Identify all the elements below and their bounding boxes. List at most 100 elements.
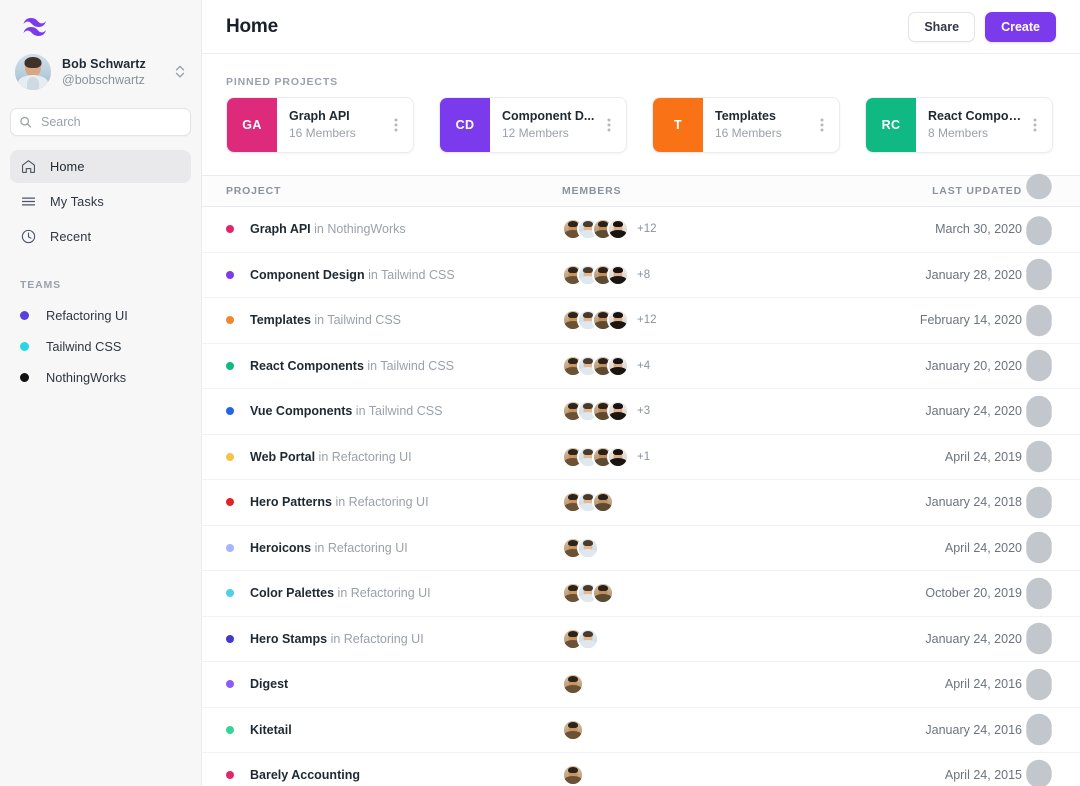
avatar-stack	[562, 400, 629, 422]
pinned-projects-label: Pinned Projects	[202, 54, 1080, 97]
table-row[interactable]: Heroicons in Refactoring UI April 24, 202…	[202, 526, 1080, 572]
member-avatar	[607, 400, 629, 422]
app-root: Bob Schwartz @bobschwartz Home	[0, 0, 1080, 786]
team-label: Tailwind CSS	[46, 339, 121, 354]
last-updated-cell: January 20, 2020	[832, 359, 1022, 373]
table-row[interactable]: React Components in Tailwind CSS +4 Januar…	[202, 344, 1080, 390]
table-row[interactable]: Barely AccountingApril 24, 2015	[202, 753, 1080, 786]
member-avatar	[577, 628, 599, 650]
avatar-stack	[562, 218, 629, 240]
members-cell: +12	[562, 309, 832, 331]
share-button[interactable]: Share	[908, 12, 975, 42]
list-icon	[20, 193, 37, 210]
page-title: Home	[226, 16, 278, 38]
table-row[interactable]: Hero Patterns in Refactoring UIJanuary 2…	[202, 480, 1080, 526]
avatar-stack	[562, 309, 629, 331]
project-color-dot	[226, 680, 234, 688]
sidebar: Bob Schwartz @bobschwartz Home	[0, 0, 202, 786]
sidebar-team-refactoring-ui[interactable]: Refactoring UI	[10, 300, 191, 331]
team-label: Refactoring UI	[46, 308, 128, 323]
members-cell	[562, 537, 832, 559]
row-menu-button[interactable]	[1022, 707, 1056, 786]
project-name: Hero Stamps	[250, 632, 327, 646]
project-cell: Digest	[226, 677, 562, 691]
avatar-stack	[562, 491, 614, 513]
project-color-dot	[226, 589, 234, 597]
card-menu-button[interactable]	[811, 112, 833, 138]
vertical-dots-icon	[1033, 117, 1037, 133]
members-cell	[562, 764, 832, 786]
table-row[interactable]: Graph API in NothingWorks+12March 30, 20…	[202, 207, 1080, 253]
main-content: Home Share Create Pinned Projects GA Gra…	[202, 0, 1080, 786]
project-initials: RC	[866, 98, 916, 152]
sidebar-item-recent[interactable]: Recent	[10, 220, 191, 253]
last-updated-cell: January 24, 2020	[832, 404, 1022, 418]
project-name: Component D...	[502, 108, 598, 125]
project-cell: Kitetail	[226, 723, 562, 737]
avatar-stack	[562, 673, 584, 695]
team-label: NothingWorks	[46, 370, 126, 385]
create-button[interactable]: Create	[985, 12, 1056, 42]
logo-container[interactable]	[10, 0, 191, 50]
sidebar-item-my-tasks[interactable]: My Tasks	[10, 185, 191, 218]
project-team: in Tailwind CSS	[352, 404, 442, 418]
table-row[interactable]: DigestApril 24, 2016	[202, 662, 1080, 708]
last-updated-cell: January 24, 2018	[832, 495, 1022, 509]
member-overflow-count: +12	[637, 223, 657, 235]
sidebar-team-nothingworks[interactable]: NothingWorks	[10, 362, 191, 393]
avatar-stack	[562, 719, 584, 741]
pinned-card-react-components[interactable]: RC React Compon... 8 Members	[865, 97, 1053, 153]
project-color-dot	[226, 771, 234, 779]
member-avatar	[562, 719, 584, 741]
card-menu-button[interactable]	[598, 112, 620, 138]
member-avatar	[592, 582, 614, 604]
table-row[interactable]: Templates in Tailwind CSS+12February 14,…	[202, 298, 1080, 344]
table-row[interactable]: KitetailJanuary 24, 2016	[202, 708, 1080, 754]
user-meta: Bob Schwartz @bobschwartz	[62, 57, 173, 88]
sidebar-team-tailwind-css[interactable]: Tailwind CSS	[10, 331, 191, 362]
project-color-dot	[226, 726, 234, 734]
table-header-row: Project Members Last Updated	[202, 176, 1080, 207]
members-cell: +3	[562, 400, 832, 422]
pinned-card-component-design[interactable]: CD Component D... 12 Members	[439, 97, 627, 153]
teams-section-label: Teams	[10, 279, 191, 291]
card-menu-button[interactable]	[1024, 112, 1046, 138]
pinned-card-graph-api[interactable]: GA Graph API 16 Members	[226, 97, 414, 153]
pinned-projects-row: GA Graph API 16 Members CD	[202, 97, 1080, 175]
card-menu-button[interactable]	[385, 112, 407, 138]
table-row[interactable]: Web Portal in Refactoring UI+1April 24, …	[202, 435, 1080, 481]
sidebar-item-home[interactable]: Home	[10, 150, 191, 183]
table-row[interactable]: Hero Stamps in Refactoring UIJanuary 24,…	[202, 617, 1080, 663]
topbar-actions: Share Create	[908, 12, 1056, 42]
tailwind-wave-logo-icon	[22, 16, 58, 38]
last-updated-cell: April 24, 2020	[832, 541, 1022, 555]
member-avatar	[607, 446, 629, 468]
project-cell: Color Palettes in Refactoring UI	[226, 586, 562, 600]
pinned-card-templates[interactable]: T Templates 16 Members	[652, 97, 840, 153]
project-name: Heroicons	[250, 541, 311, 555]
project-cell: React Components in Tailwind CSS	[226, 359, 562, 373]
project-color-dot	[226, 544, 234, 552]
table-body: Graph API in NothingWorks+12March 30, 20…	[202, 207, 1080, 786]
project-name: Graph API	[250, 222, 311, 236]
project-team: in Tailwind CSS	[311, 313, 401, 327]
last-updated-cell: April 24, 2015	[832, 768, 1022, 782]
project-name: Color Palettes	[250, 586, 334, 600]
member-avatar	[607, 309, 629, 331]
user-switcher[interactable]: Bob Schwartz @bobschwartz	[10, 50, 191, 94]
member-overflow-count: +4	[637, 360, 650, 372]
members-cell	[562, 719, 832, 741]
user-name: Bob Schwartz	[62, 57, 173, 72]
project-team: in Refactoring UI	[311, 541, 408, 555]
table-row[interactable]: Vue Components in Tailwind CSS+3January …	[202, 389, 1080, 435]
search-input[interactable]	[10, 108, 191, 136]
member-overflow-count: +12	[637, 314, 657, 326]
avatar-stack	[562, 628, 599, 650]
projects-table: Project Members Last Updated Graph API i…	[202, 175, 1080, 786]
sidebar-nav: Home My Tasks Recent	[10, 150, 191, 253]
avatar-stack	[562, 764, 584, 786]
project-color-dot	[226, 316, 234, 324]
table-row[interactable]: Component Design in Tailwind CSS+8Januar…	[202, 253, 1080, 299]
project-cell: Hero Stamps in Refactoring UI	[226, 632, 562, 646]
table-row[interactable]: Color Palettes in Refactoring UIOctober …	[202, 571, 1080, 617]
